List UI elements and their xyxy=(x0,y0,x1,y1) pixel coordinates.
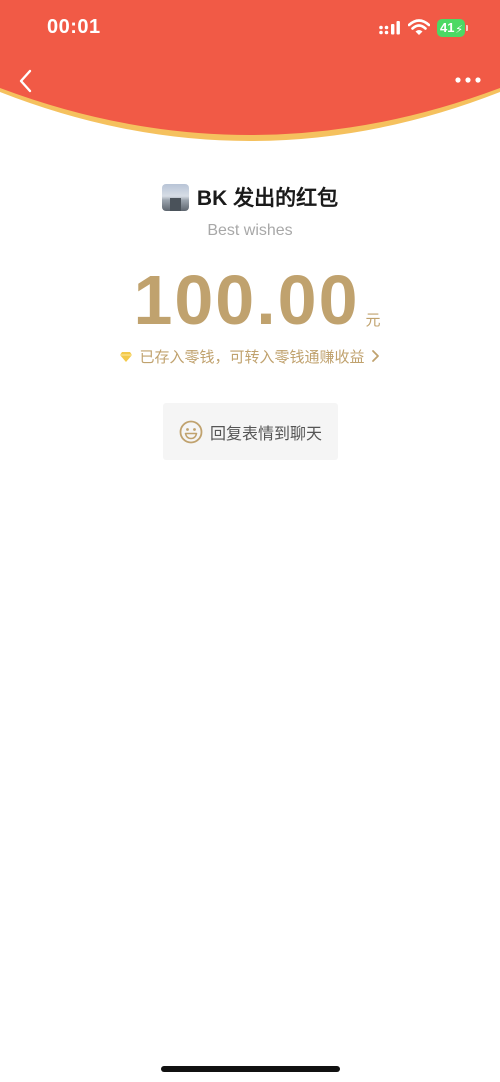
change-note-text: 已存入零钱，可转入零钱通赚收益 xyxy=(139,348,365,366)
sender-avatar[interactable] xyxy=(161,183,189,211)
back-button[interactable] xyxy=(14,66,38,96)
chevron-right-icon xyxy=(371,350,379,362)
amount-unit: 元 xyxy=(365,312,381,329)
wifi-icon xyxy=(408,19,430,35)
sender-title: BK 发出的红包 xyxy=(196,187,339,210)
amount-row: 100.00 元 xyxy=(0,260,500,340)
red-header: 00:01 41 ⚡ xyxy=(0,0,500,150)
battery-icon: 41 ⚡ xyxy=(437,19,465,37)
status-bar: 00:01 41 ⚡ xyxy=(0,0,500,56)
wishes-text: Best wishes xyxy=(207,222,293,239)
battery-level: 41 xyxy=(440,20,455,35)
diamond-icon xyxy=(120,351,133,362)
more-options-button[interactable] xyxy=(454,74,482,86)
reply-sticker-label: 回复表情到聊天 xyxy=(209,425,322,443)
home-indicator[interactable] xyxy=(161,1066,340,1072)
red-packet-detail-page: 00:01 41 ⚡ BK 发出的红包 Best wishes 100.00 元… xyxy=(0,0,500,1082)
status-time: 00:01 xyxy=(47,16,101,38)
battery-cap xyxy=(466,25,468,31)
change-wallet-link[interactable]: 已存入零钱，可转入零钱通赚收益 xyxy=(0,345,500,367)
smiley-icon xyxy=(179,420,203,443)
reply-sticker-button[interactable]: 回复表情到聊天 xyxy=(163,403,338,460)
cellular-signal-icon xyxy=(379,21,400,35)
sender-row: BK 发出的红包 xyxy=(0,182,500,212)
charging-bolt-icon: ⚡ xyxy=(455,24,463,36)
amount-value: 100.00 xyxy=(133,261,360,339)
